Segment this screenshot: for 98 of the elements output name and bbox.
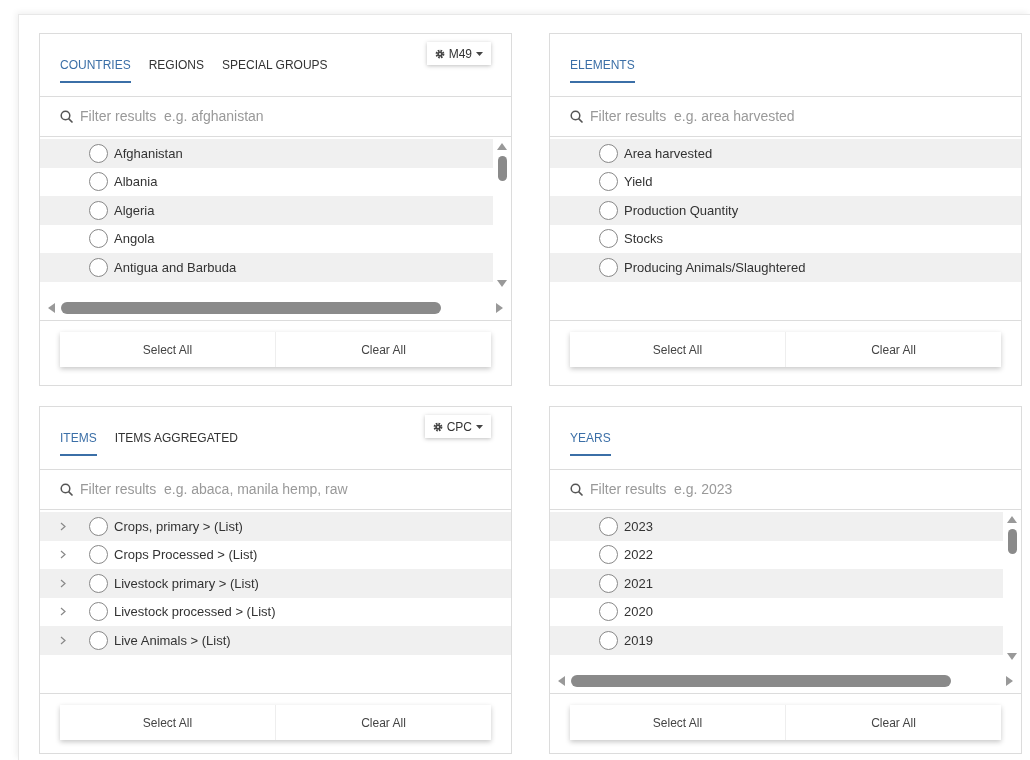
tab[interactable]: YEARS <box>570 429 611 456</box>
scroll-left-icon[interactable] <box>558 675 565 686</box>
dropdown-button[interactable]: M49 <box>426 42 491 65</box>
list-item[interactable]: Crops, primary > (List) <box>40 512 511 541</box>
item-label: 2020 <box>624 603 653 621</box>
scroll-up-icon[interactable] <box>1007 516 1017 523</box>
radio-button[interactable] <box>89 257 108 277</box>
list-item[interactable]: Producing Animals/Slaughtered <box>550 253 1021 282</box>
search-icon <box>60 109 74 124</box>
item-label: 2022 <box>624 546 653 564</box>
item-label: 2023 <box>624 517 653 536</box>
scroll-left-icon[interactable] <box>48 302 55 313</box>
tab[interactable]: ITEMS <box>60 429 97 456</box>
radio-button[interactable] <box>89 573 108 593</box>
scroll-up-icon[interactable] <box>497 143 507 150</box>
scroll-down-icon[interactable] <box>1007 653 1017 660</box>
list-item[interactable]: Live Animals > (List) <box>40 626 511 655</box>
tab[interactable]: REGIONS <box>148 56 204 83</box>
radio-button[interactable] <box>599 229 618 249</box>
tab[interactable]: ELEMENTS <box>570 56 635 83</box>
item-label: Antigua and Barbuda <box>114 258 237 277</box>
scrollbar-thumb[interactable] <box>1007 529 1017 554</box>
item-label: Angola <box>114 230 155 248</box>
list-item[interactable]: 2023 <box>550 512 1003 541</box>
action-button[interactable]: Clear All <box>786 332 1001 367</box>
radio-button[interactable] <box>89 516 108 536</box>
radio-button[interactable] <box>599 257 618 277</box>
action-button[interactable]: Select All <box>60 332 276 367</box>
item-label: Livestock processed > (List) <box>114 603 276 621</box>
scrollbar-thumb[interactable] <box>61 301 441 314</box>
action-button[interactable]: Select All <box>60 705 276 740</box>
item-label: Livestock primary > (List) <box>114 574 259 593</box>
item-label: Area harvested <box>624 144 713 163</box>
action-button[interactable]: Select All <box>570 332 786 367</box>
radio-button[interactable] <box>89 200 108 220</box>
item-label: Production Quantity <box>624 201 739 220</box>
radio-button[interactable] <box>89 545 108 565</box>
radio-button[interactable] <box>89 602 108 622</box>
item-label: Yield <box>624 173 653 191</box>
action-button[interactable]: Select All <box>570 705 786 740</box>
search-icon <box>570 109 584 124</box>
radio-button[interactable] <box>599 200 618 220</box>
item-label: 2019 <box>624 631 653 650</box>
scroll-down-icon[interactable] <box>497 280 507 287</box>
list-item[interactable]: Production Quantity <box>550 196 1021 225</box>
item-label: Crops Processed > (List) <box>114 546 258 564</box>
item-label: Producing Animals/Slaughtered <box>624 258 806 277</box>
chevron-icon[interactable] <box>60 578 66 588</box>
radio-button[interactable] <box>599 602 618 622</box>
gear-icon <box>432 421 443 432</box>
item-label: Afghanistan <box>114 144 183 163</box>
radio-button[interactable] <box>89 229 108 249</box>
list-item[interactable]: 2021 <box>550 569 1003 598</box>
radio-button[interactable] <box>599 516 618 536</box>
list-item[interactable]: Livestock primary > (List) <box>40 569 511 598</box>
list-item[interactable]: Algeria <box>40 196 493 225</box>
item-label: Live Animals > (List) <box>114 631 231 650</box>
radio-button[interactable] <box>599 573 618 593</box>
action-button[interactable]: Clear All <box>276 332 491 367</box>
scrollbar-thumb[interactable] <box>497 156 507 181</box>
item-label: Algeria <box>114 201 155 220</box>
chevron-icon[interactable] <box>60 607 66 617</box>
item-label: 2021 <box>624 574 653 593</box>
tab[interactable]: ITEMS AGGREGATED <box>114 429 238 456</box>
action-button[interactable]: Clear All <box>276 705 491 740</box>
tab[interactable]: COUNTRIES <box>60 56 131 83</box>
item-label: Crops, primary > (List) <box>114 517 243 536</box>
search-field[interactable]: Filter results e.g. abaca, manila hemp, raw <box>80 479 511 500</box>
search-field[interactable]: Filter results e.g. area harvested <box>590 106 1021 127</box>
radio-button[interactable] <box>599 172 618 192</box>
chevron-icon[interactable] <box>60 550 66 560</box>
list-item[interactable]: 2019 <box>550 626 1003 655</box>
list-item[interactable]: Afghanistan <box>40 139 493 168</box>
action-button[interactable]: Clear All <box>786 705 1001 740</box>
chevron-icon[interactable] <box>60 521 66 531</box>
radio-button[interactable] <box>599 143 618 163</box>
radio-button[interactable] <box>89 172 108 192</box>
list-item[interactable]: Area harvested <box>550 139 1021 168</box>
scroll-right-icon[interactable] <box>1006 675 1013 686</box>
radio-button[interactable] <box>599 630 618 650</box>
search-field[interactable]: Filter results e.g. afghanistan <box>80 106 511 127</box>
item-label: Albania <box>114 173 158 191</box>
radio-button[interactable] <box>89 143 108 163</box>
caret-icon <box>476 424 483 429</box>
search-icon <box>60 482 74 497</box>
scrollbar-thumb[interactable] <box>571 674 951 687</box>
chevron-icon[interactable] <box>60 635 66 645</box>
radio-button[interactable] <box>89 630 108 650</box>
gear-icon <box>434 48 445 59</box>
search-icon <box>570 482 584 497</box>
tab[interactable]: SPECIAL GROUPS <box>222 56 328 83</box>
item-label: Stocks <box>624 230 663 248</box>
caret-icon <box>476 51 483 56</box>
search-field[interactable]: Filter results e.g. 2023 <box>590 479 1021 500</box>
list-item[interactable]: Antigua and Barbuda <box>40 253 493 282</box>
dropdown-button[interactable]: CPC <box>424 415 491 438</box>
scroll-right-icon[interactable] <box>496 302 503 313</box>
radio-button[interactable] <box>599 545 618 565</box>
